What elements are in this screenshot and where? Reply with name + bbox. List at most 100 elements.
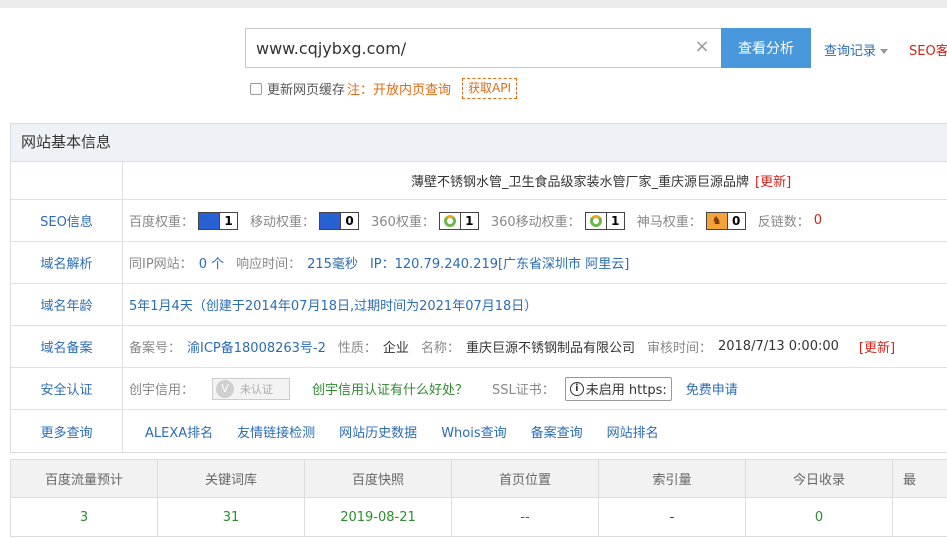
stats-header: 今日收录 xyxy=(746,460,893,497)
stats-value-more xyxy=(893,498,947,536)
stats-header: 百度快照 xyxy=(305,460,452,497)
s360-ring-icon xyxy=(585,212,606,229)
ip-info[interactable]: IP：120.79.240.219[广东省深圳市 阿里云] xyxy=(370,253,629,272)
shenma-weight-badge[interactable]: ♞ 0 xyxy=(705,211,746,230)
dns-label[interactable]: 域名解析 xyxy=(11,242,123,283)
search-box: × xyxy=(245,28,721,68)
stats-header: 首页位置 xyxy=(452,460,599,497)
cert-text: 未认证 xyxy=(240,382,274,396)
stats-header-row: 百度流量预计 关键词库 百度快照 首页位置 索引量 今日收录 最 xyxy=(11,460,947,498)
mobile-weight-value: 0 xyxy=(340,212,359,229)
shenma-weight-label: 神马权重： xyxy=(636,215,702,230)
icp-time-label: 审核时间： xyxy=(646,341,712,356)
s360-mobile-weight-label: 360移动权重： xyxy=(490,215,581,230)
info-icon: i xyxy=(569,381,584,396)
ssl-apply-link[interactable]: 免费申请 xyxy=(686,379,738,398)
more-link-whois[interactable]: Whois查询 xyxy=(441,422,506,441)
stats-table: 百度流量预计 关键词库 百度快照 首页位置 索引量 今日收录 最 3 31 20… xyxy=(10,459,947,537)
chevron-down-icon xyxy=(880,49,889,54)
icp-nature-label: 性质： xyxy=(337,341,377,356)
more-link-friendlinks[interactable]: 友情链接检测 xyxy=(237,422,315,441)
seo-row: SEO信息 百度权重： 🐾 1 移动权重： 🐾 0 360权重： 1 360移动权重… xyxy=(11,200,947,242)
s360-mobile-weight-badge[interactable]: 1 xyxy=(584,211,625,230)
s360-weight-badge[interactable]: 1 xyxy=(438,211,479,230)
uncertified-badge[interactable]: V 未认证 xyxy=(212,377,291,400)
site-info-panel: 网站基本信息 薄壁不锈钢水管_卫生食品级家装水管厂家_重庆源巨源品牌 [更新] … xyxy=(10,123,947,453)
update-cache-checkbox[interactable] xyxy=(250,82,262,95)
site-title-update-link[interactable]: [更新] xyxy=(755,171,791,190)
credit-label: 创宇信用： xyxy=(129,383,195,398)
domain-age-value: 5年1月4天（创建于2014年07月18日,过期时间为2021年07月18日） xyxy=(129,299,538,314)
mobile-weight-badge[interactable]: 🐾 0 xyxy=(319,211,360,230)
icp-name-label: 名称： xyxy=(420,341,460,356)
domain-age-row: 域名年龄 5年1月4天（创建于2014年07月18日,过期时间为2021年07月… xyxy=(11,284,947,326)
site-title: 薄壁不锈钢水管_卫生食品级家装水管厂家_重庆源巨源品牌 xyxy=(411,175,750,190)
history-label: 查询记录 xyxy=(824,44,877,59)
row-label-empty xyxy=(11,162,123,199)
more-link-rank[interactable]: 网站排名 xyxy=(607,422,659,441)
baidu-weight-badge[interactable]: 🐾 1 xyxy=(198,211,239,230)
icp-number-value[interactable]: 渝ICP备18008263号-2 xyxy=(187,337,326,356)
icp-row: 域名备案 备案号： 渝ICP备18008263号-2 性质： 企业 名称： 重庆… xyxy=(11,326,947,368)
verified-v-icon: V xyxy=(216,379,235,398)
security-label[interactable]: 安全认证 xyxy=(11,368,123,409)
site-title-row: 薄壁不锈钢水管_卫生食品级家装水管厂家_重庆源巨源品牌 [更新] xyxy=(11,162,947,200)
more-query-label[interactable]: 更多查询 xyxy=(11,410,123,452)
same-ip-value[interactable]: 0 个 xyxy=(199,253,224,272)
s360-weight-value: 1 xyxy=(459,212,478,229)
mobile-weight-label: 移动权重： xyxy=(250,215,316,230)
icp-number-label: 备案号： xyxy=(129,341,182,356)
cache-note: 注：开放内页查询 xyxy=(347,83,452,98)
update-cache-label: 更新网页缓存 xyxy=(267,83,346,98)
s360-weight-label: 360权重： xyxy=(371,215,435,230)
search-input[interactable] xyxy=(246,29,686,67)
response-time-value: 215毫秒 xyxy=(307,257,358,272)
more-query-row: 更多查询 ALEXA排名 友情链接检测 网站历史数据 Whois查询 备案查询 … xyxy=(11,410,947,452)
stats-value-traffic[interactable]: 3 xyxy=(11,498,158,536)
analyze-button[interactable]: 查看分析 xyxy=(721,28,811,68)
icp-time-value: 2018/7/13 0:00:00 xyxy=(717,339,839,354)
shenma-weight-value: 0 xyxy=(726,212,745,229)
same-ip-label: 同IP网站： xyxy=(129,257,193,272)
stats-value-snapshot[interactable]: 2019-08-21 xyxy=(305,498,452,536)
backlinks-label: 反链数： xyxy=(757,215,810,230)
stats-header: 最 xyxy=(903,473,917,488)
baidu-paw-icon: 🐾 xyxy=(320,212,341,229)
stats-value-homepage-pos: -- xyxy=(452,498,599,536)
shenma-horse-icon: ♞ xyxy=(706,212,727,229)
stats-value-today[interactable]: 0 xyxy=(746,498,893,536)
domain-age-label[interactable]: 域名年龄 xyxy=(11,284,123,325)
more-link-icp[interactable]: 备案查询 xyxy=(531,422,583,441)
close-icon[interactable]: × xyxy=(693,38,711,56)
icp-nature-value: 企业 xyxy=(382,341,409,356)
dns-row: 域名解析 同IP网站： 0 个 响应时间： 215毫秒 IP：120.79.24… xyxy=(11,242,947,284)
stats-value-index: - xyxy=(599,498,746,536)
icp-name-value: 重庆巨源不锈钢制品有限公司 xyxy=(465,341,635,356)
baidu-paw-icon: 🐾 xyxy=(199,212,220,229)
panel-title: 网站基本信息 xyxy=(11,124,947,162)
get-api-button[interactable]: 获取API xyxy=(462,78,517,99)
stats-header: 关键词库 xyxy=(158,460,305,497)
baidu-weight-label: 百度权重： xyxy=(129,215,195,230)
credit-benefit-link[interactable]: 创宇信用认证有什么好处？ xyxy=(312,379,468,398)
ssl-status-box[interactable]: i 未启用 https: xyxy=(564,376,672,401)
s360-ring-icon xyxy=(439,212,460,229)
ssl-status-text: 未启用 https: xyxy=(585,383,667,398)
backlinks-value[interactable]: 0 xyxy=(814,213,822,228)
more-link-alexa[interactable]: ALEXA排名 xyxy=(145,422,213,441)
history-dropdown[interactable]: 查询记录 xyxy=(824,40,889,59)
cache-option: 更新网页缓存 注：开放内页查询 xyxy=(250,79,451,98)
seo-link[interactable]: SEO客 xyxy=(909,40,947,59)
icp-update-link[interactable]: [更新] xyxy=(859,337,895,356)
icp-label[interactable]: 域名备案 xyxy=(11,326,123,367)
security-row: 安全认证 创宇信用： V 未认证 创宇信用认证有什么好处？ SSL证书： i 未启用… xyxy=(11,368,947,410)
ssl-label: SSL证书： xyxy=(492,383,555,398)
stats-data-row: 3 31 2019-08-21 -- - 0 xyxy=(11,498,947,536)
top-strip xyxy=(0,0,947,8)
stats-header: 百度流量预计 xyxy=(11,460,158,497)
baidu-weight-value: 1 xyxy=(219,212,238,229)
stats-value-keywords[interactable]: 31 xyxy=(158,498,305,536)
more-link-history[interactable]: 网站历史数据 xyxy=(339,422,417,441)
stats-header: 索引量 xyxy=(599,460,746,497)
seo-label[interactable]: SEO信息 xyxy=(11,200,123,241)
